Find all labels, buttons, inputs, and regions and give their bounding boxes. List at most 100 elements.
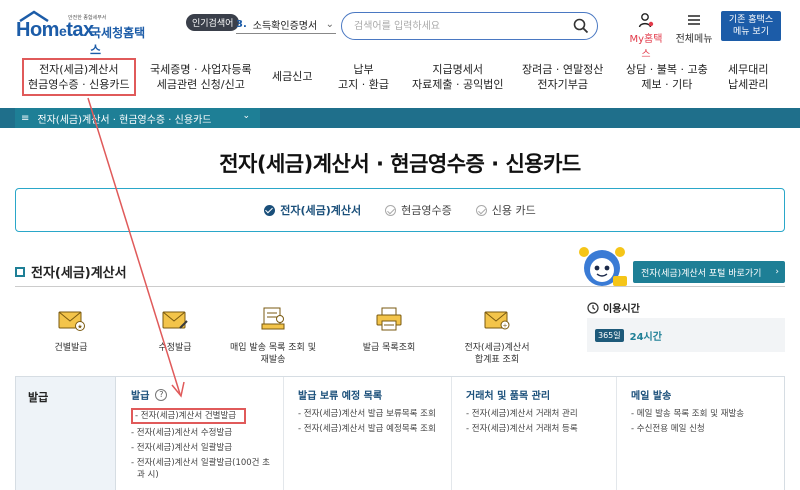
all-menu-button[interactable]: 전체메뉴 <box>672 12 716 45</box>
breadcrumb-bar: ≡ 전자(세금)계산서 · 현금영수증 · 신용카드 ⌄ <box>0 108 800 128</box>
link-partner-register[interactable]: - 전자(세금)계산서 거래처 등록 <box>466 423 606 435</box>
service-issue-list[interactable]: 발급 목록조회 <box>334 306 444 354</box>
gnb-label-line1: 국세증명 · 사업자등록 <box>150 63 252 76</box>
gnb-item-tax-report[interactable]: 세금신고 <box>272 69 312 84</box>
portal-button-label: 전자(세금)계산서 포털 바로가기 <box>641 268 762 279</box>
check-circle-icon <box>264 204 276 216</box>
tab-label: 신용 카드 <box>491 204 536 217</box>
popular-search-badge: 인기검색어 <box>186 14 240 31</box>
envelope-star-icon: ★ <box>58 311 85 331</box>
column-title-label: 발급 <box>131 391 150 402</box>
document-stamp-icon <box>261 307 285 330</box>
gnb-label-line2: 자료제출 · 공익법인 <box>412 78 504 91</box>
link-bulk-issue[interactable]: - 전자(세금)계산서 일괄발급 <box>131 442 273 454</box>
hours-title-label: 이용시간 <box>603 304 640 315</box>
gnb-item-payment-statement[interactable]: 지급명세서 자료제출 · 공익법인 <box>412 62 503 92</box>
service-label-line1: 매입 발송 목록 조회 및 <box>230 343 316 353</box>
service-summary-table[interactable]: + 전자(세금)계산서 합계표 조회 <box>442 306 552 366</box>
popular-search-select[interactable]: 3. 소득확인증명서 ⌄ <box>236 16 336 34</box>
svg-text:★: ★ <box>77 324 82 331</box>
service-label-line2: 재발송 <box>260 355 286 365</box>
gnb-item-tax-agent[interactable]: 세무대리 납세관리 <box>728 62 768 92</box>
classic-menu-button[interactable]: 기존 홈택스 메뉴 보기 <box>721 11 781 41</box>
popular-rank: 3. <box>236 19 247 30</box>
category-tabs: 전자(세금)계산서 현금영수증 신용 카드 <box>15 188 785 232</box>
column-title: 거래처 및 품목 관리 <box>466 391 551 402</box>
check-circle-icon <box>475 204 487 216</box>
gnb-label-line2: 현금영수증 · 신용카드 <box>28 78 130 91</box>
gnb-label-line2: 세금관련 신청/신고 <box>156 78 245 91</box>
envelope-edit-icon <box>162 311 188 329</box>
tab-cash-receipt[interactable]: 현금영수증 <box>385 202 452 218</box>
gnb-item-etax[interactable]: 전자(세금)계산서 현금영수증 · 신용카드 <box>22 58 136 96</box>
search-box <box>341 12 598 40</box>
tab-credit-card[interactable]: 신용 카드 <box>475 202 536 218</box>
search-input[interactable] <box>354 18 564 34</box>
section-heading: 전자(세금)계산서 <box>15 262 127 281</box>
hours-value: 24시간 <box>629 331 662 343</box>
hamburger-icon <box>688 15 700 25</box>
service-purchase-list[interactable]: 매입 발송 목록 조회 및 재발송 <box>218 306 328 366</box>
gnb-item-incentive[interactable]: 장려금 · 연말정산 전자기부금 <box>522 62 603 92</box>
main-navigation: 전자(세금)계산서 현금영수증 · 신용카드 국세증명 · 사업자등록 세금관련… <box>0 56 800 102</box>
gnb-label-line2: 납세관리 <box>728 78 769 91</box>
service-single-issue[interactable]: ★ 건별발급 <box>16 306 126 354</box>
gnb-label-line1: 상담 · 불복 · 고충 <box>626 63 708 76</box>
my-hometax-button[interactable]: My홈택스 <box>626 12 666 60</box>
link-amend-issue[interactable]: - 전자(세금)계산서 수정발급 <box>131 427 273 439</box>
gnb-label-line1: 지급명세서 <box>432 63 484 76</box>
breadcrumb-label: 전자(세금)계산서 · 현금영수증 · 신용카드 <box>37 114 212 126</box>
breadcrumb-dropdown[interactable]: ≡ 전자(세금)계산서 · 현금영수증 · 신용카드 ⌄ <box>15 108 260 128</box>
service-amend-issue[interactable]: 수정발급 <box>120 306 230 354</box>
gnb-item-consult[interactable]: 상담 · 불복 · 고충 제보 · 기타 <box>626 62 708 92</box>
classic-menu-line2: 메뉴 보기 <box>733 27 769 37</box>
service-label-line1: 전자(세금)계산서 <box>464 343 530 353</box>
gnb-label-line1: 세무대리 <box>728 63 769 76</box>
envelope-search-icon: + <box>484 311 510 330</box>
chevron-down-icon: ⌄ <box>325 19 334 30</box>
gnb-label-line1: 전자(세금)계산서 <box>39 63 119 76</box>
menu-column-issue: 발급 ? - 전자(세금)계산서 건별발급 - 전자(세금)계산서 수정발급 -… <box>117 377 284 490</box>
service-label: 발급 목록조회 <box>362 343 416 353</box>
link-hold-list[interactable]: - 전자(세금)계산서 발급 보류목록 조회 <box>298 408 441 420</box>
link-partner-manage[interactable]: - 전자(세금)계산서 거래처 관리 <box>466 408 606 420</box>
link-receive-mail[interactable]: - 수신전용 메일 신청 <box>631 423 775 435</box>
page-title: 전자(세금)계산서 · 현금영수증 · 신용카드 <box>219 152 581 176</box>
classic-menu-line1: 기존 홈택스 <box>728 15 774 25</box>
popular-term: 소득확인증명서 <box>252 21 318 32</box>
mascot-character-icon <box>579 247 627 286</box>
menu-column-mail: 메일 발송 - 메일 발송 목록 조회 및 재발송 - 수신전용 메일 신청 <box>617 377 785 490</box>
link-bulk-issue-100[interactable]: - 전자(세금)계산서 일괄발급(100건 초과 시) <box>131 457 273 481</box>
gnb-label-line1: 납부 <box>353 63 374 76</box>
link-mail-resend[interactable]: - 메일 발송 목록 조회 및 재발송 <box>631 408 775 420</box>
service-hours-box: 365일 24시간 <box>587 318 785 352</box>
column-title: 메일 발송 <box>631 391 672 402</box>
etax-portal-button[interactable]: 전자(세금)계산서 포털 바로가기 › <box>633 261 785 283</box>
check-circle-icon <box>385 204 397 216</box>
menu-column-hold: 발급 보류 예정 목록 - 전자(세금)계산서 발급 보류목록 조회 - 전자(… <box>284 377 452 490</box>
header: 안전한 종합세무서 Hometax 국세청홈택스 인기검색어 3. 소득확인증명… <box>0 0 800 60</box>
link-scheduled-list[interactable]: - 전자(세금)계산서 발급 예정목록 조회 <box>298 423 441 435</box>
gnb-label-line1: 장려금 · 연말정산 <box>522 63 604 76</box>
tab-etax[interactable]: 전자(세금)계산서 <box>264 202 361 218</box>
tab-label: 전자(세금)계산서 <box>280 204 362 217</box>
help-icon[interactable]: ? <box>155 388 168 401</box>
square-bullet-icon <box>15 266 25 277</box>
days-badge: 365일 <box>595 328 624 342</box>
gnb-label-line2: 고지 · 환급 <box>338 78 389 91</box>
issue-menu-table: 발급 발급 ? - 전자(세금)계산서 건별발급 - 전자(세금)계산서 수정발… <box>15 376 785 490</box>
link-single-issue[interactable]: - 전자(세금)계산서 건별발급 <box>131 408 246 424</box>
tab-label: 현금영수증 <box>401 204 452 217</box>
gnb-label-line2: 전자기부금 <box>537 78 588 91</box>
search-icon[interactable] <box>573 18 589 34</box>
gnb-item-certificate[interactable]: 국세증명 · 사업자등록 세금관련 신청/신고 <box>150 62 252 92</box>
menu-column-partner: 거래처 및 품목 관리 - 전자(세금)계산서 거래처 관리 - 전자(세금)계… <box>452 377 617 490</box>
gnb-item-payment[interactable]: 납부 고지 · 환급 <box>338 62 389 92</box>
chevron-down-icon: ⌄ <box>242 111 250 121</box>
gnb-label-line1: 세금신고 <box>272 70 313 83</box>
printer-icon <box>376 307 402 331</box>
hometax-logo[interactable]: 안전한 종합세무서 Hometax 국세청홈택스 <box>16 10 151 57</box>
section-divider <box>15 286 785 287</box>
service-label-line2: 합계표 조회 <box>474 355 520 365</box>
logo-brand-ko: 국세청홈택스 <box>90 26 146 57</box>
